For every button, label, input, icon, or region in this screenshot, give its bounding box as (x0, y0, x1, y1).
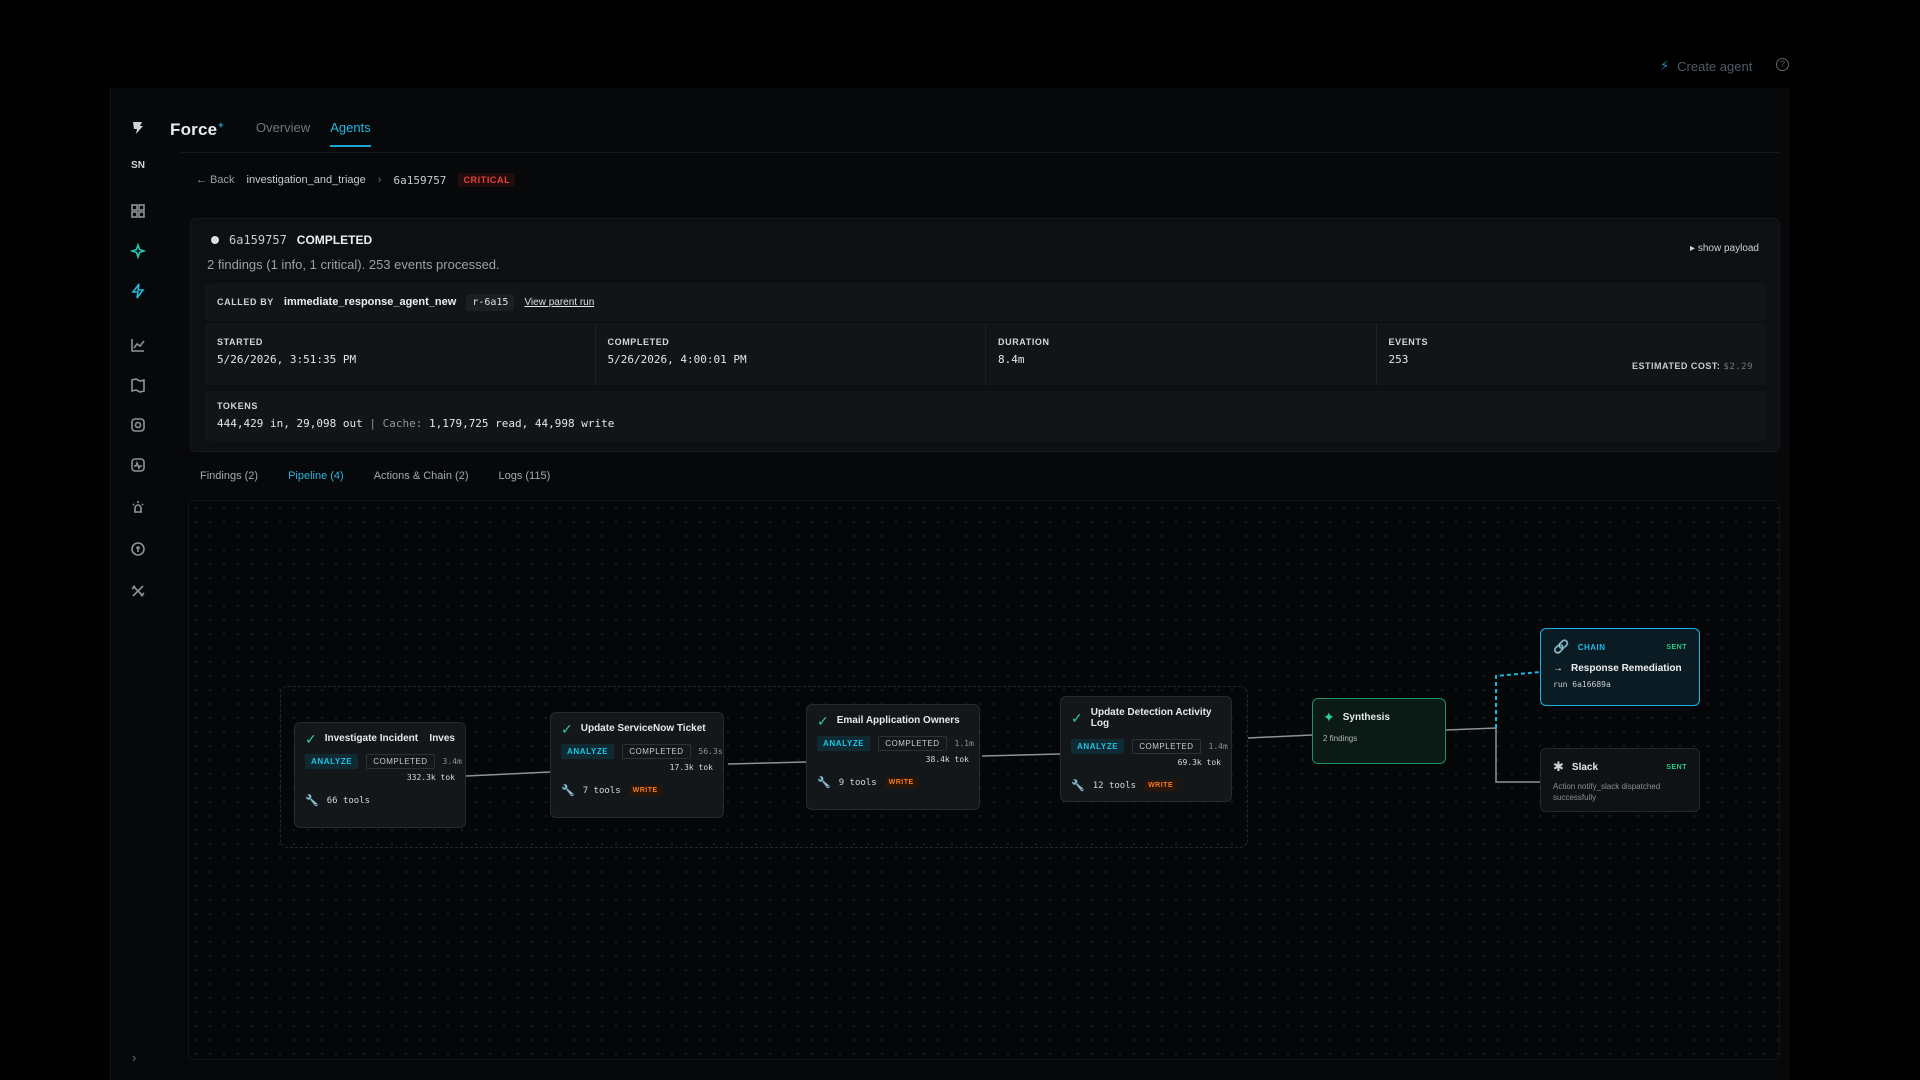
activity-icon[interactable] (129, 456, 147, 474)
parent-run-pill: r-6a15 (466, 293, 515, 311)
slack-icon: ✱ (1553, 759, 1564, 774)
analytics-icon[interactable] (129, 336, 147, 354)
tokens-cache: 1,179,725 read, 44,998 write (428, 417, 615, 430)
user-initials[interactable]: SN (110, 160, 166, 171)
map-icon[interactable] (129, 376, 147, 394)
expand-sidebar-icon[interactable]: › (132, 1050, 136, 1065)
estimated-cost: ESTIMATED COST: $2.29 (1632, 361, 1753, 372)
tab-overview[interactable]: Overview (256, 120, 310, 147)
token-usage: TOKENS 444,429 in, 29,098 out | Cache: 1… (205, 391, 1767, 441)
run-status: COMPLETED (296, 233, 373, 247)
link-icon: 🔗 (1553, 639, 1570, 654)
shield-icon[interactable] (129, 540, 147, 558)
view-parent-run-link[interactable]: View parent run (524, 297, 594, 308)
sparkles-icon: ✦ (1323, 709, 1335, 725)
pipeline-step-email-owners[interactable]: ✓ Email Application Owners ANALYZE COMPLET… (806, 704, 980, 810)
chain-node[interactable]: 🔗 CHAIN SENT → Response Remediation run 6a1… (1540, 628, 1700, 706)
caller-agent-name: immediate_response_agent_new (283, 296, 457, 308)
breadcrumb-workflow[interactable]: investigation_and_triage (247, 174, 366, 186)
tab-pipeline[interactable]: Pipeline (4) (288, 470, 344, 488)
wrench-icon: 🔧 (561, 785, 575, 797)
detail-tabs: Findings (2) Pipeline (4) Actions & Chai… (200, 470, 550, 488)
status-badge: SENT (1666, 763, 1687, 771)
check-icon: ✓ (561, 720, 573, 737)
header-divider (180, 152, 1780, 153)
tab-logs[interactable]: Logs (115) (498, 470, 550, 488)
dashboard-icon[interactable] (129, 202, 147, 220)
status-badge: SENT (1666, 643, 1687, 651)
run-id: 6a159757 (229, 233, 287, 247)
bolt-icon: ⚡ (1660, 58, 1670, 73)
pipeline-step-servicenow[interactable]: ✓ Update ServiceNow Ticket ANALYZE COMPLET… (550, 712, 724, 818)
status-dot (211, 236, 219, 244)
stat-completed: COMPLETED 5/26/2026, 4:00:01 PM (596, 323, 986, 385)
run-header: 6a159757 COMPLETED (211, 233, 372, 247)
tab-agents[interactable]: Agents (330, 120, 371, 147)
tab-actions-chain[interactable]: Actions & Chain (2) (374, 470, 469, 488)
breadcrumb: ← Back investigation_and_triage › 6a1597… (196, 173, 516, 187)
run-summary-card: 6a159757 COMPLETED 2 findings (1 info, 1… (190, 218, 1780, 452)
back-link[interactable]: ← Back (196, 174, 235, 186)
called-by-label: CALLED BY (217, 297, 274, 307)
tab-findings[interactable]: Findings (2) (200, 470, 258, 488)
pipeline-step-detection-log[interactable]: ✓ Update Detection Activity Log ANALYZE CO… (1060, 696, 1232, 802)
run-summary-text: 2 findings (1 info, 1 critical). 253 eve… (207, 257, 500, 272)
create-agent-label: Create agent (1677, 58, 1753, 74)
synthesis-node[interactable]: ✦ Synthesis 2 findings (1312, 698, 1446, 764)
run-stats: STARTED 5/26/2026, 3:51:35 PM COMPLETED … (205, 323, 1767, 385)
check-icon: ✓ (305, 730, 317, 747)
check-icon: ✓ (817, 712, 829, 729)
tokens-main: 444,429 in, 29,098 out (217, 417, 363, 430)
top-nav: Overview Agents (256, 120, 371, 147)
severity-badge: CRITICAL (458, 173, 516, 187)
target-icon[interactable] (129, 416, 147, 434)
check-icon: ✓ (1071, 710, 1083, 726)
show-payload-toggle[interactable]: ▸ show payload (1690, 243, 1759, 254)
sparkles-icon[interactable] (129, 242, 147, 260)
logo-icon[interactable] (130, 120, 146, 136)
called-by-bar: CALLED BY immediate_response_agent_new r… (205, 283, 1767, 321)
stat-duration: DURATION 8.4m (986, 323, 1377, 385)
slack-action-node[interactable]: ✱ Slack SENT Action notify_slack dispatche… (1540, 748, 1700, 812)
breadcrumb-separator: › (377, 174, 382, 186)
create-agent-button[interactable]: ⚡ Create agent (1660, 58, 1752, 74)
breadcrumb-run-id: 6a159757 (393, 173, 447, 187)
wrench-icon: 🔧 (1071, 780, 1085, 792)
bolt-icon[interactable] (129, 282, 147, 300)
stat-started: STARTED 5/26/2026, 3:51:35 PM (205, 323, 596, 385)
pipeline-step-investigate[interactable]: ✓ Investigate Incident Inves ANALYZE COMPLE… (294, 722, 466, 828)
sidebar: SN › (110, 110, 166, 1070)
brand-logo[interactable]: Force+ (170, 120, 224, 140)
wrench-icon: 🔧 (305, 795, 319, 807)
alarm-icon[interactable] (129, 498, 147, 516)
tools-icon[interactable] (129, 582, 147, 600)
wrench-icon: 🔧 (817, 777, 831, 789)
stat-events: EVENTS 253 ESTIMATED COST: $2.29 (1388, 337, 1753, 372)
arrow-right-icon: → (1553, 663, 1563, 674)
help-icon[interactable]: ? (1776, 58, 1789, 71)
